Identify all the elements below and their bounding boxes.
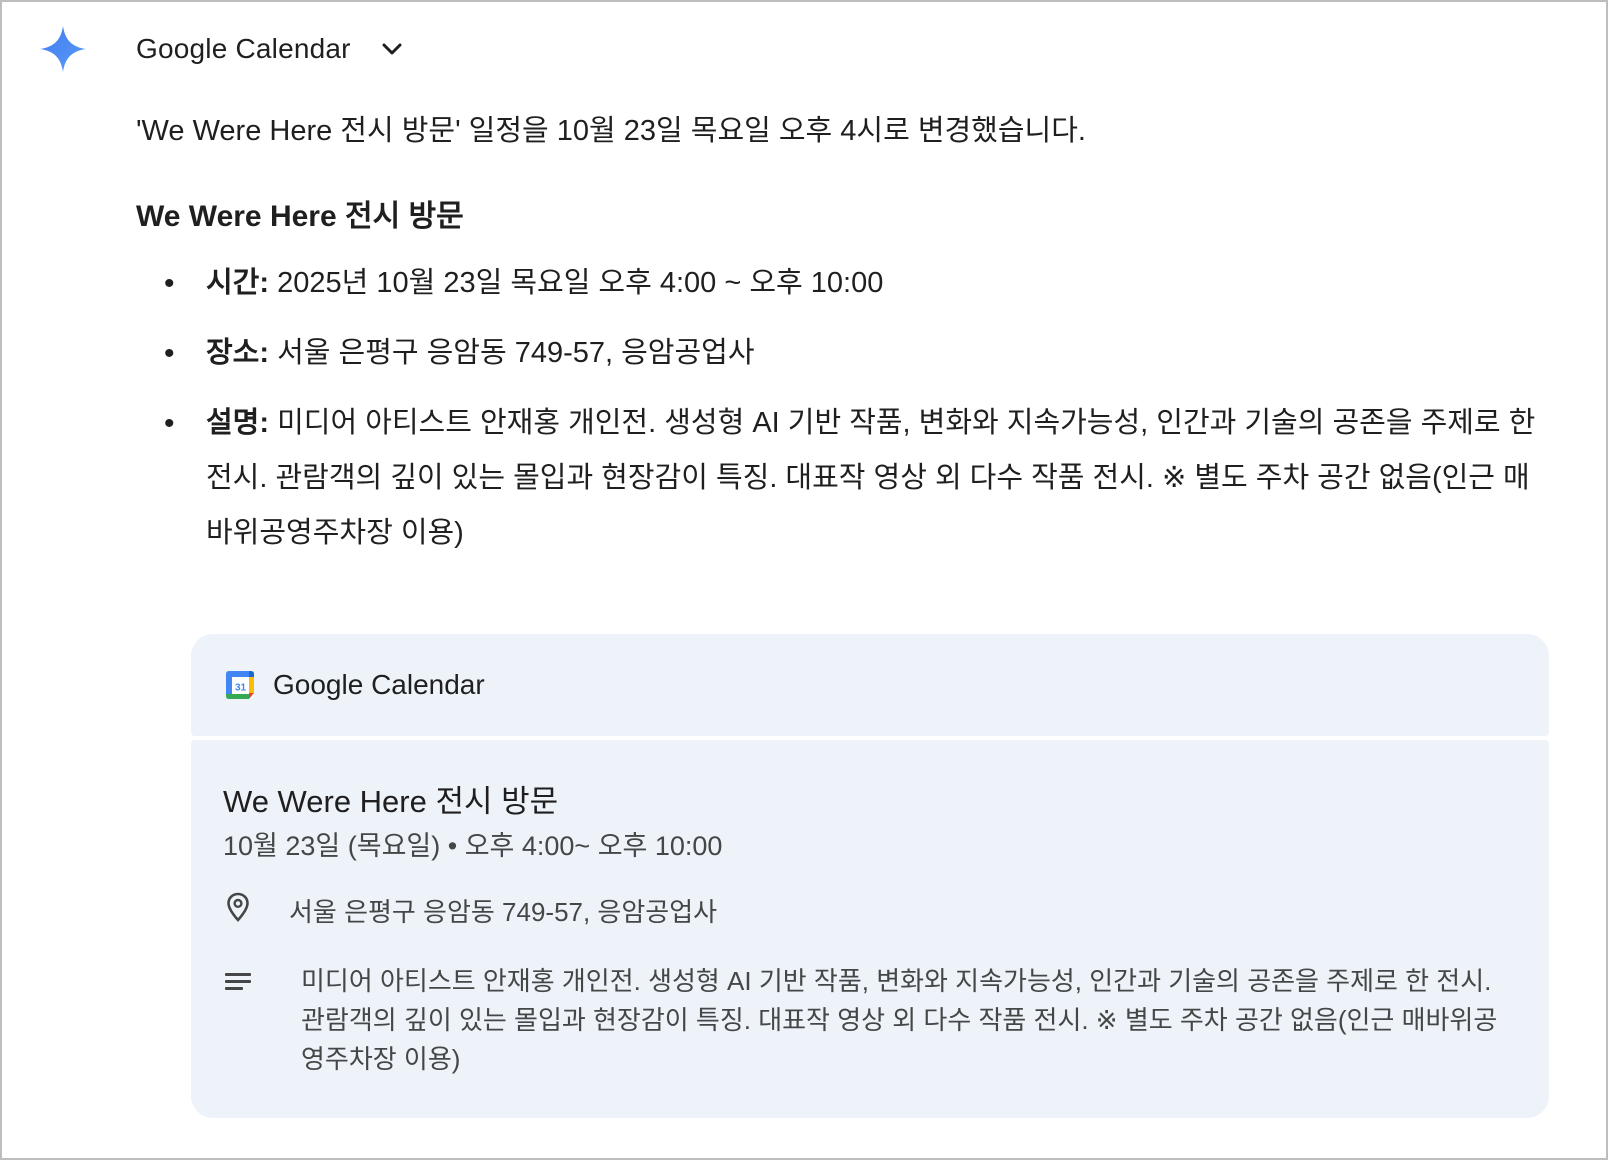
card-header[interactable]: 31 Google Calendar — [191, 634, 1549, 736]
response-summary: 'We Were Here 전시 방문' 일정을 10월 23일 목요일 오후 … — [136, 115, 1086, 147]
response-header: Google Calendar — [38, 24, 405, 74]
google-calendar-icon: 31 — [226, 671, 254, 699]
card-event-datetime: 10월 23일 (목요일) • 오후 4:00~ 오후 10:00 — [223, 831, 723, 861]
card-body[interactable]: We Were Here 전시 방문 10월 23일 (목요일) • 오후 4:… — [191, 740, 1549, 1118]
card-event-location: 서울 은평구 응암동 749-57, 응암공업사 — [289, 897, 718, 927]
service-name[interactable]: Google Calendar — [136, 33, 351, 65]
detail-location: • 장소: 서울 은평구 응암동 749-57, 응암공업사 — [136, 326, 1556, 381]
detail-value: 미디어 아티스트 안재홍 개인전. 생성형 AI 기반 작품, 변화와 지속가능… — [206, 407, 1536, 549]
bullet: • — [164, 267, 175, 300]
notes-icon — [225, 973, 251, 990]
event-heading: We Were Here 전시 방문 — [136, 200, 464, 233]
svg-text:31: 31 — [235, 683, 247, 694]
response-panel: Google Calendar 'We Were Here 전시 방문' 일정을… — [0, 0, 1608, 1160]
card-event-title: We Were Here 전시 방문 — [223, 784, 559, 819]
chevron-down-icon[interactable] — [379, 36, 405, 62]
detail-time: • 시간: 2025년 10월 23일 목요일 오후 4:00 ~ 오후 10:… — [136, 256, 1556, 311]
response-content: 'We Were Here 전시 방문' 일정을 10월 23일 목요일 오후 … — [136, 112, 1556, 576]
detail-label: 장소: — [206, 337, 270, 369]
card-event-description: 미디어 아티스트 안재홍 개인전. 생성형 AI 기반 작품, 변화와 지속가능… — [301, 966, 1498, 1074]
bullet: • — [164, 407, 175, 440]
detail-description: • 설명: 미디어 아티스트 안재홍 개인전. 생성형 AI 기반 작품, 변화… — [136, 396, 1556, 561]
card-app-name: Google Calendar — [273, 669, 485, 700]
detail-label: 설명: — [206, 407, 270, 439]
calendar-event-card[interactable]: 31 Google Calendar We Were Here 전시 방문 10… — [191, 634, 1549, 1118]
gemini-spark-icon — [40, 26, 86, 72]
location-pin-icon — [227, 892, 249, 922]
detail-label: 시간: — [206, 267, 270, 299]
bullet: • — [164, 337, 175, 370]
detail-value: 서울 은평구 응암동 749-57, 응암공업사 — [277, 337, 755, 369]
detail-value: 2025년 10월 23일 목요일 오후 4:00 ~ 오후 10:00 — [277, 267, 884, 299]
event-details-list: • 시간: 2025년 10월 23일 목요일 오후 4:00 ~ 오후 10:… — [136, 256, 1556, 561]
